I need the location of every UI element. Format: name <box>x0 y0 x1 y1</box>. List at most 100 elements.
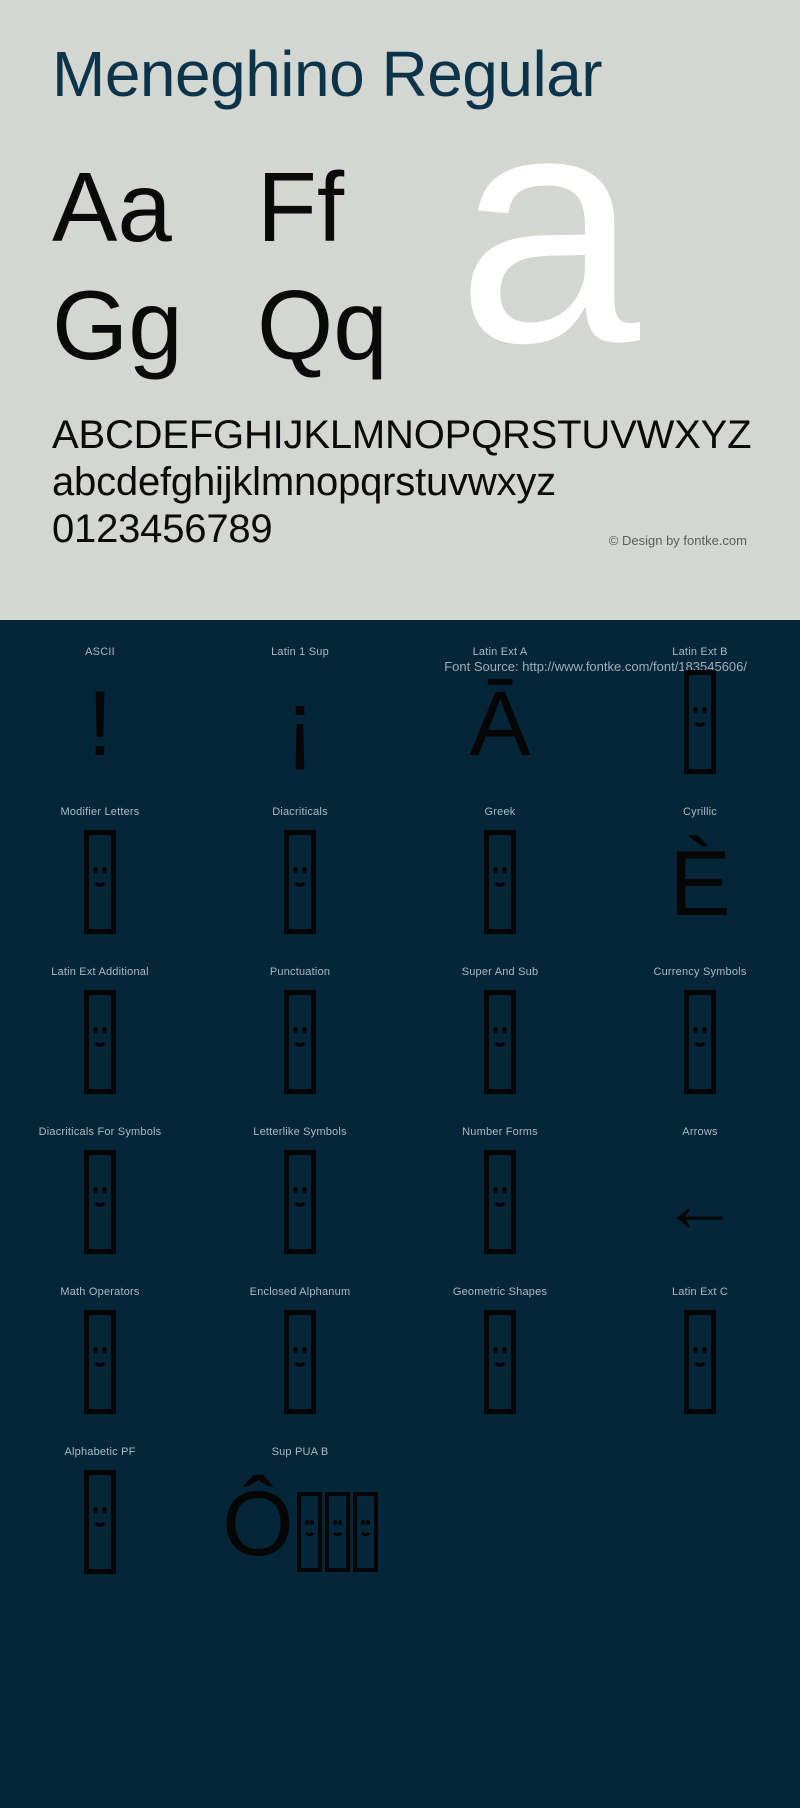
unicode-block-cell[interactable]: Currency Symbols <box>600 940 800 1100</box>
unicode-block-cell[interactable]: Sup PUA B Ô <box>200 1420 400 1580</box>
unicode-block-cell[interactable]: Latin Ext B <box>600 620 800 780</box>
tofu-eye-right-icon <box>502 1347 507 1353</box>
tofu-mouth-icon <box>92 878 108 887</box>
tofu-eye-right-icon <box>502 1187 507 1193</box>
unicode-block-sample <box>200 984 400 1100</box>
tofu-eye-right-icon <box>702 1027 707 1033</box>
unicode-block-label: Latin Ext A <box>472 646 528 658</box>
unicode-block-sample <box>400 1304 600 1420</box>
missing-glyph-icon <box>684 990 716 1094</box>
missing-glyph-icon <box>84 830 116 934</box>
design-credit: © Design by fontke.com <box>608 533 747 548</box>
unicode-block-label: Number Forms <box>462 1126 538 1138</box>
letter-pair-row: Gg Qq <box>52 270 472 388</box>
unicode-block-cell[interactable]: Enclosed Alphanum <box>200 1260 400 1420</box>
letter-pair-Qq: Qq <box>257 270 388 380</box>
unicode-block-sample <box>200 824 400 940</box>
tofu-mouth-icon <box>492 1038 508 1047</box>
unicode-blocks-panel: Font Source: http://www.fontke.com/font/… <box>0 620 800 1808</box>
unicode-block-sample: È <box>600 824 800 940</box>
unicode-block-cell[interactable]: Punctuation <box>200 940 400 1100</box>
tofu-eye-left-icon <box>693 1347 698 1353</box>
missing-glyph-icon <box>84 990 116 1094</box>
unicode-block-label: Currency Symbols <box>653 966 747 978</box>
tofu-mouth-icon <box>692 1358 708 1367</box>
unicode-block-cell[interactable]: Geometric Shapes <box>400 1260 600 1420</box>
unicode-block-sample: ¡ <box>200 664 400 780</box>
unicode-block-glyph-group: Ô <box>222 1472 378 1574</box>
tofu-eye-right-icon <box>102 867 107 873</box>
unicode-block-sample: ← <box>600 1144 800 1260</box>
unicode-block-label: Latin Ext Additional <box>51 966 149 978</box>
missing-glyph-icon <box>484 990 516 1094</box>
unicode-block-cell[interactable]: Latin 1 Sup ¡ <box>200 620 400 780</box>
tofu-eye-right-icon <box>102 1347 107 1353</box>
tofu-mouth-icon <box>292 1358 308 1367</box>
tofu-eye-right-icon <box>365 1520 370 1525</box>
missing-glyph-icon <box>296 1492 322 1572</box>
unicode-block-cell[interactable]: Latin Ext A Ā <box>400 620 600 780</box>
tofu-eye-left-icon <box>293 1027 298 1033</box>
tofu-eye-left-icon <box>93 1507 98 1513</box>
tofu-mouth-icon <box>302 1529 316 1536</box>
unicode-block-sample <box>600 984 800 1100</box>
missing-glyph-icon <box>284 1150 316 1254</box>
tofu-mouth-icon <box>492 1358 508 1367</box>
tofu-eye-right-icon <box>309 1520 314 1525</box>
unicode-block-label: Letterlike Symbols <box>253 1126 347 1138</box>
unicode-block-cell[interactable]: Greek <box>400 780 600 940</box>
alphabet-uppercase: ABCDEFGHIJKLMNOPQRSTUVWXYZ <box>52 413 752 457</box>
tofu-eye-right-icon <box>102 1187 107 1193</box>
page-title: Meneghino Regular <box>52 38 603 110</box>
unicode-block-cell[interactable]: Alphabetic PF <box>0 1420 200 1580</box>
unicode-block-sample <box>0 1304 200 1420</box>
tofu-eye-left-icon <box>493 1027 498 1033</box>
tofu-mouth-icon <box>292 1038 308 1047</box>
unicode-block-cell[interactable]: Modifier Letters <box>0 780 200 940</box>
unicode-block-cell[interactable]: Cyrillic È <box>600 780 800 940</box>
unicode-blocks-grid: ASCII! Latin 1 Sup ¡ Latin Ext A Ā Latin Ext … <box>0 620 800 1580</box>
tofu-mouth-icon <box>92 1518 108 1527</box>
unicode-block-sample <box>400 824 600 940</box>
unicode-block-cell[interactable]: Arrows ← <box>600 1100 800 1260</box>
letter-pair-Aa: Aa <box>52 152 172 262</box>
unicode-block-cell[interactable]: ASCII! <box>0 620 200 780</box>
font-specimen-page: a Meneghino Regular Aa Ff Gg Qq ABCDEFGH… <box>0 0 800 1808</box>
tofu-mouth-icon <box>358 1529 372 1536</box>
tofu-mouth-icon <box>92 1358 108 1367</box>
unicode-block-cell[interactable]: Super And Sub <box>400 940 600 1100</box>
tofu-mouth-icon <box>692 1038 708 1047</box>
tofu-eye-left-icon <box>493 1187 498 1193</box>
missing-glyph-icon <box>484 1310 516 1414</box>
unicode-block-cell[interactable]: Math Operators <box>0 1260 200 1420</box>
unicode-block-cell[interactable]: Latin Ext C <box>600 1260 800 1420</box>
unicode-block-label: Greek <box>484 806 516 818</box>
tofu-eye-left-icon <box>93 867 98 873</box>
unicode-block-sample <box>400 1144 600 1260</box>
unicode-block-cell[interactable]: Letterlike Symbols <box>200 1100 400 1260</box>
unicode-block-label: Latin Ext C <box>671 1286 728 1298</box>
tofu-eye-left-icon <box>332 1520 337 1525</box>
missing-glyph-icon <box>84 1310 116 1414</box>
unicode-block-label: Enclosed Alphanum <box>249 1286 351 1298</box>
unicode-block-cell[interactable]: Latin Ext Additional <box>0 940 200 1100</box>
unicode-block-cell[interactable]: Number Forms <box>400 1100 600 1260</box>
tofu-eye-left-icon <box>93 1347 98 1353</box>
letter-pair-grid: Aa Ff Gg Qq <box>52 152 472 388</box>
missing-glyph-icon <box>84 1470 116 1574</box>
missing-glyph-icon <box>284 990 316 1094</box>
unicode-block-label: Super And Sub <box>461 966 539 978</box>
tofu-eye-left-icon <box>93 1187 98 1193</box>
tofu-mouth-icon <box>330 1529 344 1536</box>
tofu-eye-left-icon <box>293 1187 298 1193</box>
tofu-eye-left-icon <box>293 867 298 873</box>
unicode-block-label: Latin Ext B <box>672 646 728 658</box>
tofu-eye-right-icon <box>302 1027 307 1033</box>
unicode-block-cell[interactable]: Diacriticals For Symbols <box>0 1100 200 1260</box>
left-arrow-icon: ← <box>661 1160 739 1248</box>
unicode-block-glyph: È <box>669 833 731 935</box>
tofu-eye-left-icon <box>493 1347 498 1353</box>
tofu-eye-right-icon <box>302 1187 307 1193</box>
unicode-block-sample <box>200 1304 400 1420</box>
unicode-block-cell[interactable]: Diacriticals <box>200 780 400 940</box>
